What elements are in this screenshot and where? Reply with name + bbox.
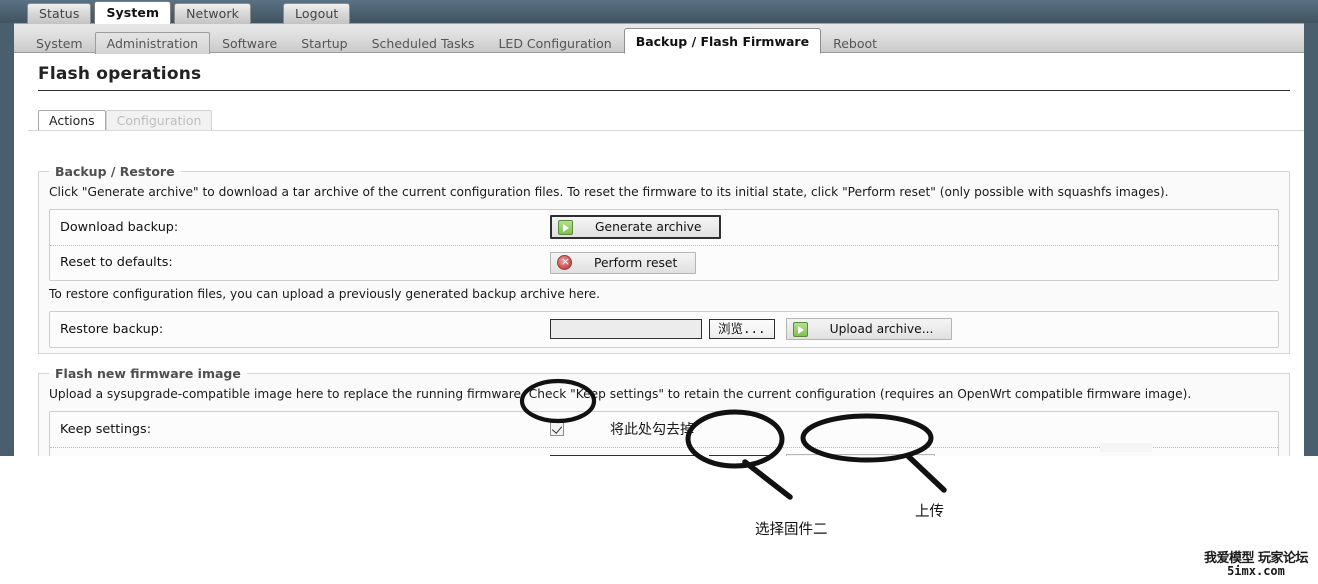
download-backup-label: Download backup: xyxy=(60,219,179,235)
generate-archive-label: Generate archive xyxy=(595,220,702,235)
table-row-restore-backup: Restore backup: 浏览... Upload archive... xyxy=(50,312,1278,347)
keep-settings-label: Keep settings: xyxy=(60,421,152,437)
keep-settings-value: 将此处勾去掉 xyxy=(550,419,694,439)
flash-firmware-description: Upload a sysupgrade-compatible image her… xyxy=(49,387,1192,401)
table-row-image: Image: 浏览... Flash image... xyxy=(50,446,1278,456)
cbi-tab-divider xyxy=(28,130,1304,131)
secondary-tab-led-configuration[interactable]: LED Configuration xyxy=(486,32,623,54)
green-arrow-icon xyxy=(792,321,808,337)
keep-settings-annotation-text: 将此处勾去掉 xyxy=(610,422,694,439)
backup-actions-table: Download backup: Generate archive Reset … xyxy=(49,208,1279,281)
upload-archive-button[interactable]: Upload archive... xyxy=(785,318,953,341)
reset-defaults-label: Reset to defaults: xyxy=(60,255,173,271)
table-row-keep-settings: Keep settings: 将此处勾去掉 xyxy=(50,412,1278,447)
secondary-tab-startup[interactable]: Startup xyxy=(289,32,359,54)
keep-settings-checkbox[interactable] xyxy=(550,422,564,437)
primary-tab-bar: Status System Network Logout xyxy=(27,1,353,24)
secondary-tab-scheduled-tasks[interactable]: Scheduled Tasks xyxy=(360,32,487,54)
reset-defaults-value: Perform reset xyxy=(550,251,697,274)
cbi-tab-bar: Actions Configuration xyxy=(38,108,213,131)
table-row-download-backup: Download backup: Generate archive xyxy=(50,210,1278,245)
image-browse-button[interactable]: 浏览... xyxy=(709,454,775,456)
image-value: 浏览... Flash image... xyxy=(550,453,935,456)
browser-page-frame: Status System Network Logout System Admi… xyxy=(0,0,1318,456)
backup-restore-description: Click "Generate archive" to download a t… xyxy=(49,185,1169,199)
secondary-tab-list: System Administration Software Startup S… xyxy=(24,27,889,54)
green-arrow-icon xyxy=(558,219,573,235)
red-x-icon xyxy=(557,255,572,271)
secondary-tab-system[interactable]: System xyxy=(24,32,95,54)
restore-backup-label: Restore backup: xyxy=(60,321,164,337)
upload-archive-label: Upload archive... xyxy=(829,322,934,337)
secondary-tab-software[interactable]: Software xyxy=(210,32,289,54)
perform-reset-label: Perform reset xyxy=(594,255,678,270)
generate-archive-button[interactable]: Generate archive xyxy=(550,215,722,240)
restore-backup-table: Restore backup: 浏览... Upload archive... xyxy=(49,310,1279,348)
flash-image-button[interactable]: Flash image... xyxy=(785,453,935,456)
restore-file-input[interactable] xyxy=(550,319,702,340)
page-content: System Administration Software Startup S… xyxy=(14,23,1304,456)
annotation-label-upload: 上传 xyxy=(915,504,944,520)
page-title: Flash operations xyxy=(38,64,202,84)
secondary-tab-administration[interactable]: Administration xyxy=(94,32,211,54)
restore-description: To restore configuration files, you can … xyxy=(49,286,601,301)
table-row-reset-defaults: Reset to defaults: Perform reset xyxy=(50,244,1278,280)
cbi-tab-configuration[interactable]: Configuration xyxy=(105,110,213,131)
perform-reset-button[interactable]: Perform reset xyxy=(550,251,697,274)
flash-firmware-legend: Flash new firmware image xyxy=(55,366,241,381)
primary-tab-system[interactable]: System xyxy=(94,1,172,24)
restore-backup-value: 浏览... Upload archive... xyxy=(550,318,953,341)
annotation-label-select-firmware: 选择固件二 xyxy=(755,522,828,538)
annotation-arrow-flash xyxy=(905,453,947,493)
primary-tab-status[interactable]: Status xyxy=(27,3,92,24)
backup-restore-legend: Backup / Restore xyxy=(55,164,175,179)
secondary-tab-reboot[interactable]: Reboot xyxy=(821,32,889,54)
watermark-line2: 5imx.com xyxy=(1227,564,1285,579)
title-divider xyxy=(38,90,1290,91)
primary-tab-network[interactable]: Network xyxy=(174,3,252,24)
watermark-line1: 我爱模型 玩家论坛 xyxy=(1203,550,1309,566)
download-backup-value: Generate archive xyxy=(550,215,722,240)
render-artifact xyxy=(1100,443,1152,452)
backup-restore-fieldset: Backup / Restore Click "Generate archive… xyxy=(38,164,1290,354)
secondary-tab-backup-flash-firmware[interactable]: Backup / Flash Firmware xyxy=(623,28,822,54)
image-file-input[interactable] xyxy=(550,454,702,456)
screenshot-root: Status System Network Logout System Admi… xyxy=(0,0,1318,584)
flash-firmware-table: Keep settings: 将此处勾去掉 Image: 浏览... xyxy=(49,410,1279,456)
annotation-arrow-browse xyxy=(742,459,793,500)
primary-tab-logout[interactable]: Logout xyxy=(283,3,351,24)
cbi-tab-actions[interactable]: Actions xyxy=(38,110,106,131)
watermark: 我爱模型 玩家论坛 5imx.com xyxy=(1203,550,1309,579)
restore-browse-button[interactable]: 浏览... xyxy=(709,319,775,340)
